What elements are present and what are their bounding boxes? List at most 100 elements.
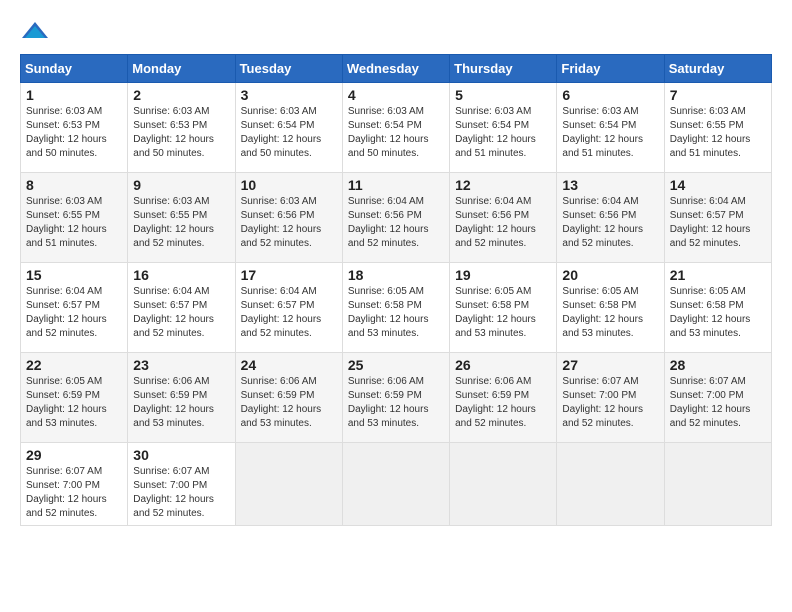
day-info: Sunrise: 6:04 AM Sunset: 6:57 PM Dayligh… (241, 285, 337, 341)
calendar-header-row: SundayMondayTuesdayWednesdayThursdayFrid… (21, 55, 772, 83)
calendar-cell: 6 Sunrise: 6:03 AM Sunset: 6:54 PM Dayli… (557, 83, 664, 173)
calendar-cell: 29 Sunrise: 6:07 AM Sunset: 7:00 PM Dayl… (21, 443, 128, 526)
day-info: Sunrise: 6:03 AM Sunset: 6:54 PM Dayligh… (241, 105, 337, 161)
day-number: 6 (562, 87, 658, 103)
day-number: 10 (241, 177, 337, 193)
day-info: Sunrise: 6:07 AM Sunset: 7:00 PM Dayligh… (562, 375, 658, 431)
calendar-cell: 24 Sunrise: 6:06 AM Sunset: 6:59 PM Dayl… (235, 353, 342, 443)
day-info: Sunrise: 6:03 AM Sunset: 6:55 PM Dayligh… (133, 195, 229, 251)
day-info: Sunrise: 6:07 AM Sunset: 7:00 PM Dayligh… (133, 465, 229, 521)
day-number: 27 (562, 357, 658, 373)
calendar-cell: 25 Sunrise: 6:06 AM Sunset: 6:59 PM Dayl… (342, 353, 449, 443)
day-number: 24 (241, 357, 337, 373)
calendar-header-tuesday: Tuesday (235, 55, 342, 83)
day-number: 13 (562, 177, 658, 193)
day-info: Sunrise: 6:06 AM Sunset: 6:59 PM Dayligh… (455, 375, 551, 431)
calendar-cell: 26 Sunrise: 6:06 AM Sunset: 6:59 PM Dayl… (450, 353, 557, 443)
calendar-cell: 3 Sunrise: 6:03 AM Sunset: 6:54 PM Dayli… (235, 83, 342, 173)
calendar-cell: 18 Sunrise: 6:05 AM Sunset: 6:58 PM Dayl… (342, 263, 449, 353)
day-info: Sunrise: 6:03 AM Sunset: 6:55 PM Dayligh… (670, 105, 766, 161)
day-number: 12 (455, 177, 551, 193)
day-number: 18 (348, 267, 444, 283)
day-info: Sunrise: 6:03 AM Sunset: 6:54 PM Dayligh… (455, 105, 551, 161)
calendar-week-row: 15 Sunrise: 6:04 AM Sunset: 6:57 PM Dayl… (21, 263, 772, 353)
calendar-week-row: 8 Sunrise: 6:03 AM Sunset: 6:55 PM Dayli… (21, 173, 772, 263)
calendar-header-saturday: Saturday (664, 55, 771, 83)
day-info: Sunrise: 6:03 AM Sunset: 6:54 PM Dayligh… (562, 105, 658, 161)
calendar-header-thursday: Thursday (450, 55, 557, 83)
calendar-cell (557, 443, 664, 526)
calendar-cell: 19 Sunrise: 6:05 AM Sunset: 6:58 PM Dayl… (450, 263, 557, 353)
day-number: 20 (562, 267, 658, 283)
calendar-cell: 15 Sunrise: 6:04 AM Sunset: 6:57 PM Dayl… (21, 263, 128, 353)
day-info: Sunrise: 6:07 AM Sunset: 7:00 PM Dayligh… (670, 375, 766, 431)
day-number: 22 (26, 357, 122, 373)
day-number: 23 (133, 357, 229, 373)
calendar-cell: 13 Sunrise: 6:04 AM Sunset: 6:56 PM Dayl… (557, 173, 664, 263)
calendar-header-monday: Monday (128, 55, 235, 83)
calendar-cell: 1 Sunrise: 6:03 AM Sunset: 6:53 PM Dayli… (21, 83, 128, 173)
calendar-cell: 28 Sunrise: 6:07 AM Sunset: 7:00 PM Dayl… (664, 353, 771, 443)
day-info: Sunrise: 6:05 AM Sunset: 6:58 PM Dayligh… (562, 285, 658, 341)
day-number: 28 (670, 357, 766, 373)
day-number: 4 (348, 87, 444, 103)
calendar-week-row: 29 Sunrise: 6:07 AM Sunset: 7:00 PM Dayl… (21, 443, 772, 526)
calendar-cell: 9 Sunrise: 6:03 AM Sunset: 6:55 PM Dayli… (128, 173, 235, 263)
calendar-cell: 5 Sunrise: 6:03 AM Sunset: 6:54 PM Dayli… (450, 83, 557, 173)
calendar-cell: 11 Sunrise: 6:04 AM Sunset: 6:56 PM Dayl… (342, 173, 449, 263)
calendar-cell: 10 Sunrise: 6:03 AM Sunset: 6:56 PM Dayl… (235, 173, 342, 263)
calendar-week-row: 22 Sunrise: 6:05 AM Sunset: 6:59 PM Dayl… (21, 353, 772, 443)
day-info: Sunrise: 6:05 AM Sunset: 6:59 PM Dayligh… (26, 375, 122, 431)
day-info: Sunrise: 6:04 AM Sunset: 6:57 PM Dayligh… (133, 285, 229, 341)
day-info: Sunrise: 6:05 AM Sunset: 6:58 PM Dayligh… (348, 285, 444, 341)
day-number: 11 (348, 177, 444, 193)
day-info: Sunrise: 6:04 AM Sunset: 6:57 PM Dayligh… (670, 195, 766, 251)
calendar-cell: 20 Sunrise: 6:05 AM Sunset: 6:58 PM Dayl… (557, 263, 664, 353)
day-number: 9 (133, 177, 229, 193)
day-info: Sunrise: 6:06 AM Sunset: 6:59 PM Dayligh… (133, 375, 229, 431)
calendar-cell: 17 Sunrise: 6:04 AM Sunset: 6:57 PM Dayl… (235, 263, 342, 353)
calendar-header-sunday: Sunday (21, 55, 128, 83)
day-info: Sunrise: 6:03 AM Sunset: 6:55 PM Dayligh… (26, 195, 122, 251)
calendar-cell: 8 Sunrise: 6:03 AM Sunset: 6:55 PM Dayli… (21, 173, 128, 263)
calendar-header-friday: Friday (557, 55, 664, 83)
calendar-cell: 22 Sunrise: 6:05 AM Sunset: 6:59 PM Dayl… (21, 353, 128, 443)
day-info: Sunrise: 6:04 AM Sunset: 6:57 PM Dayligh… (26, 285, 122, 341)
day-info: Sunrise: 6:05 AM Sunset: 6:58 PM Dayligh… (455, 285, 551, 341)
day-number: 1 (26, 87, 122, 103)
calendar-cell (450, 443, 557, 526)
day-number: 25 (348, 357, 444, 373)
day-info: Sunrise: 6:03 AM Sunset: 6:56 PM Dayligh… (241, 195, 337, 251)
calendar-cell: 7 Sunrise: 6:03 AM Sunset: 6:55 PM Dayli… (664, 83, 771, 173)
day-info: Sunrise: 6:04 AM Sunset: 6:56 PM Dayligh… (348, 195, 444, 251)
day-info: Sunrise: 6:04 AM Sunset: 6:56 PM Dayligh… (455, 195, 551, 251)
day-info: Sunrise: 6:03 AM Sunset: 6:54 PM Dayligh… (348, 105, 444, 161)
calendar-cell: 12 Sunrise: 6:04 AM Sunset: 6:56 PM Dayl… (450, 173, 557, 263)
day-info: Sunrise: 6:06 AM Sunset: 6:59 PM Dayligh… (241, 375, 337, 431)
day-number: 17 (241, 267, 337, 283)
day-number: 26 (455, 357, 551, 373)
day-number: 3 (241, 87, 337, 103)
day-number: 7 (670, 87, 766, 103)
day-info: Sunrise: 6:07 AM Sunset: 7:00 PM Dayligh… (26, 465, 122, 521)
day-number: 16 (133, 267, 229, 283)
calendar-cell: 30 Sunrise: 6:07 AM Sunset: 7:00 PM Dayl… (128, 443, 235, 526)
calendar-cell: 14 Sunrise: 6:04 AM Sunset: 6:57 PM Dayl… (664, 173, 771, 263)
calendar-cell: 16 Sunrise: 6:04 AM Sunset: 6:57 PM Dayl… (128, 263, 235, 353)
calendar-header-wednesday: Wednesday (342, 55, 449, 83)
logo (20, 20, 54, 44)
calendar-cell: 27 Sunrise: 6:07 AM Sunset: 7:00 PM Dayl… (557, 353, 664, 443)
day-number: 2 (133, 87, 229, 103)
calendar-cell (342, 443, 449, 526)
calendar-week-row: 1 Sunrise: 6:03 AM Sunset: 6:53 PM Dayli… (21, 83, 772, 173)
day-number: 19 (455, 267, 551, 283)
day-info: Sunrise: 6:05 AM Sunset: 6:58 PM Dayligh… (670, 285, 766, 341)
calendar-cell: 4 Sunrise: 6:03 AM Sunset: 6:54 PM Dayli… (342, 83, 449, 173)
day-number: 30 (133, 447, 229, 463)
day-number: 29 (26, 447, 122, 463)
day-info: Sunrise: 6:03 AM Sunset: 6:53 PM Dayligh… (133, 105, 229, 161)
calendar-cell: 2 Sunrise: 6:03 AM Sunset: 6:53 PM Dayli… (128, 83, 235, 173)
calendar-cell (664, 443, 771, 526)
day-info: Sunrise: 6:03 AM Sunset: 6:53 PM Dayligh… (26, 105, 122, 161)
calendar-cell: 21 Sunrise: 6:05 AM Sunset: 6:58 PM Dayl… (664, 263, 771, 353)
